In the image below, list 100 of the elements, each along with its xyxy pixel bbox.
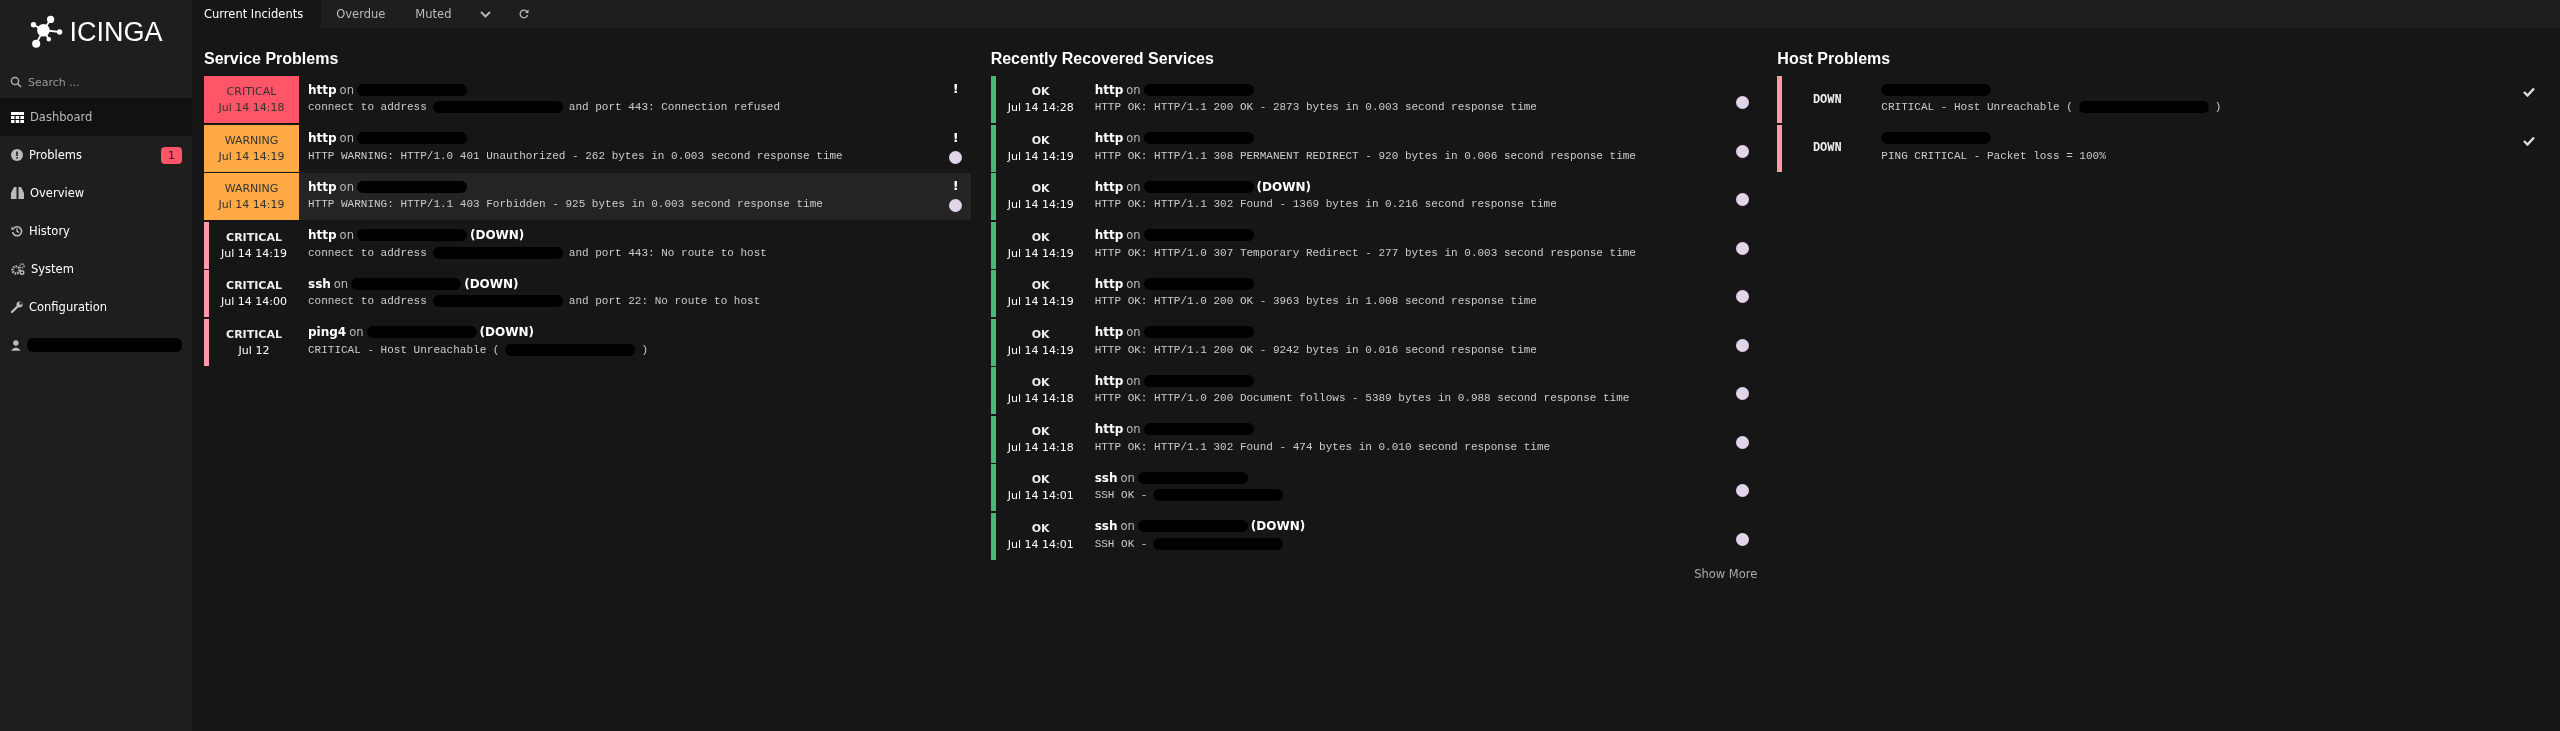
- incident-row[interactable]: CRITICAL Jul 14 14:18 http on connect to address and port 443: Connection refused !: [204, 76, 971, 123]
- state-time: Jul 14 14:19: [1007, 343, 1074, 357]
- service-name[interactable]: ssh: [308, 276, 331, 291]
- service-name[interactable]: http: [1094, 325, 1124, 339]
- incident-row[interactable]: CRITICAL Jul 14 14:19 http on (DOWN) connect to address and port 443: No route to host: [204, 221, 971, 269]
- service-name[interactable]: http: [1094, 82, 1124, 97]
- plugin-output: SSH OK -: [1094, 489, 1148, 501]
- on-label: on: [1126, 325, 1141, 339]
- on-label: on: [1126, 373, 1141, 388]
- nav-item[interactable]: History: [0, 212, 192, 250]
- binoculars-icon: [11, 187, 24, 199]
- host-state: (DOWN): [464, 276, 519, 291]
- chevron-down-icon: [480, 10, 492, 18]
- state-time: Jul 14 14:18: [218, 101, 285, 114]
- service-name[interactable]: http: [308, 82, 337, 97]
- plugin-output: SSH OK -: [1094, 537, 1148, 550]
- service-name[interactable]: http: [1094, 179, 1124, 194]
- state-label: CRITICAL: [226, 279, 282, 292]
- incident-row[interactable]: DOWN CRITICAL - Host Unreachable ( ): [1777, 76, 2544, 123]
- state-label: WARNING: [224, 133, 279, 147]
- incident-row[interactable]: OK Jul 14 14:19 http on HTTP OK: HTTP/1.0 307 Temporary Redirect - 277 bytes in 0.003 second response time: [990, 221, 1758, 269]
- tab[interactable]: Muted: [400, 0, 467, 28]
- incident-row[interactable]: OK Jul 14 14:01 ssh on (DOWN) SSH OK -: [990, 512, 1758, 560]
- incident-row[interactable]: OK Jul 14 14:19 http on HTTP OK: HTTP/1.1 200 OK - 9242 bytes in 0.016 second response time: [990, 318, 1758, 366]
- on-label: on: [339, 82, 354, 97]
- service-name[interactable]: http: [308, 131, 337, 145]
- service-name[interactable]: http: [308, 228, 337, 242]
- search-input[interactable]: Search ...: [28, 75, 168, 89]
- on-label: on: [1126, 228, 1141, 242]
- state-time: Jul 14 14:19: [1007, 198, 1074, 211]
- incident-row[interactable]: CRITICAL Jul 14 14:00 ssh on (DOWN) connect to address and port 22: No route to host: [204, 270, 971, 317]
- section-title: Service Problems: [204, 50, 340, 68]
- plugin-output: HTTP OK: HTTP/1.1 302 Found - 474 bytes in 0.010 second response time: [1094, 440, 1551, 453]
- state-label: OK: [1031, 133, 1050, 147]
- incident-row[interactable]: CRITICAL Jul 12 ping4 on (DOWN) CRITICAL - Host Unreachable ( ): [204, 318, 971, 366]
- on-label: on: [1126, 82, 1141, 97]
- plugin-output: ): [2214, 101, 2222, 113]
- plugin-output: HTTP OK: HTTP/1.1 302 Found - 1369 bytes in 0.216 second response time: [1094, 198, 1557, 210]
- plugin-output: HTTP OK: HTTP/1.0 307 Temporary Redirect - 277 bytes in 0.003 second response time: [1094, 246, 1636, 259]
- state-label: OK: [1031, 424, 1050, 438]
- plugin-output: and port 443: No route to host: [568, 246, 767, 259]
- incident-row[interactable]: OK Jul 14 14:19 http on HTTP OK: HTTP/1.1 308 PERMANENT REDIRECT - 920 bytes in 0.006 second response time: [990, 124, 1758, 172]
- incident-row[interactable]: OK Jul 14 14:19 http on (DOWN) HTTP OK: HTTP/1.1 302 Found - 1369 bytes in 0.216 second response time: [990, 173, 1758, 220]
- plugin-output: HTTP OK: HTTP/1.0 200 Document follows - 5389 bytes in 0.988 second response time: [1094, 392, 1630, 404]
- state-time: Jul 14 14:00: [221, 295, 287, 308]
- plugin-output: connect to address: [308, 101, 427, 113]
- service-name[interactable]: ping4: [308, 325, 347, 339]
- state-time: Jul 14 14:19: [1007, 246, 1074, 260]
- logo-text: ICINGA: [69, 16, 163, 48]
- state-time: Jul 14 14:19: [218, 198, 285, 211]
- nav-item[interactable]: Configuration: [0, 288, 192, 326]
- plugin-output: and port 443: Connection refused: [568, 101, 781, 113]
- plugin-output: and port 22: No route to host: [568, 295, 761, 307]
- history-icon: [11, 225, 23, 237]
- state-time: Jul 14 14:19: [221, 246, 287, 260]
- incident-row[interactable]: DOWN PING CRITICAL - Packet loss = 100%: [1777, 124, 2544, 172]
- nav-item[interactable]: System: [0, 250, 192, 288]
- service-name[interactable]: http: [1094, 276, 1124, 291]
- plugin-output: HTTP OK: HTTP/1.1 308 PERMANENT REDIRECT - 920 bytes in 0.006 second response time: [1094, 149, 1636, 162]
- tab[interactable]: Current Incidents: [192, 0, 322, 28]
- service-name[interactable]: http: [1094, 131, 1124, 145]
- service-name[interactable]: http: [308, 179, 337, 194]
- nav-item[interactable]: Problems 1: [0, 136, 192, 174]
- service-name[interactable]: ssh: [1094, 470, 1118, 485]
- incident-row[interactable]: OK Jul 14 14:28 http on HTTP OK: HTTP/1.1 200 OK - 2873 bytes in 0.003 second response time: [990, 76, 1758, 123]
- incident-row[interactable]: OK Jul 14 14:18 http on HTTP OK: HTTP/1.0 200 Document follows - 5389 bytes in 0.988 second response time: [990, 367, 1758, 414]
- incident-row[interactable]: OK Jul 14 14:18 http on HTTP OK: HTTP/1.1 302 Found - 474 bytes in 0.010 second response time: [990, 415, 1758, 463]
- grid-icon: [11, 111, 24, 123]
- search-icon: [10, 76, 22, 88]
- plugin-output: CRITICAL - Host Unreachable (: [308, 343, 500, 356]
- incident-row[interactable]: WARNING Jul 14 14:19 http on HTTP WARNING: HTTP/1.0 401 Unauthorized - 262 bytes in 0.003 second response time !: [204, 124, 971, 172]
- plugin-output: connect to address: [308, 246, 427, 259]
- on-label: on: [349, 325, 364, 339]
- tab[interactable]: Overdue: [321, 0, 401, 28]
- service-name[interactable]: http: [1094, 422, 1124, 436]
- host-state: (DOWN): [479, 325, 534, 339]
- plugin-output: PING CRITICAL - Packet loss = 100%: [1881, 149, 2106, 162]
- gears-icon: [11, 263, 25, 275]
- state-label: DOWN: [1812, 92, 1842, 107]
- state-label: OK: [1031, 327, 1050, 341]
- nav-item[interactable]: Overview: [0, 174, 192, 212]
- state-label: OK: [1031, 230, 1050, 244]
- incident-row[interactable]: OK Jul 14 14:19 http on HTTP OK: HTTP/1.0 200 OK - 3963 bytes in 1.008 second response time: [990, 270, 1758, 317]
- wrench-icon: [11, 301, 23, 313]
- service-name[interactable]: http: [1094, 228, 1124, 242]
- plugin-output: HTTP OK: HTTP/1.1 200 OK - 2873 bytes in 0.003 second response time: [1094, 101, 1537, 113]
- service-name[interactable]: http: [1094, 373, 1124, 388]
- on-label: on: [1126, 276, 1141, 291]
- show-more-link[interactable]: Show More: [1694, 567, 1758, 581]
- nav-item[interactable]: Dashboard: [0, 98, 192, 136]
- service-name[interactable]: ssh: [1094, 519, 1118, 533]
- host-state: (DOWN): [469, 228, 525, 242]
- incident-row[interactable]: WARNING Jul 14 14:19 http on HTTP WARNING: HTTP/1.1 403 Forbidden - 925 bytes in 0.003 second response time !: [204, 173, 971, 220]
- state-label: OK: [1031, 521, 1050, 535]
- section-title: Host Problems: [1777, 50, 1892, 68]
- on-label: on: [339, 131, 354, 145]
- refresh-icon: [519, 9, 530, 19]
- incident-row[interactable]: OK Jul 14 14:01 ssh on SSH OK -: [990, 464, 1758, 511]
- flag-mark: !: [952, 180, 959, 192]
- state-time: Jul 14 14:19: [218, 149, 285, 163]
